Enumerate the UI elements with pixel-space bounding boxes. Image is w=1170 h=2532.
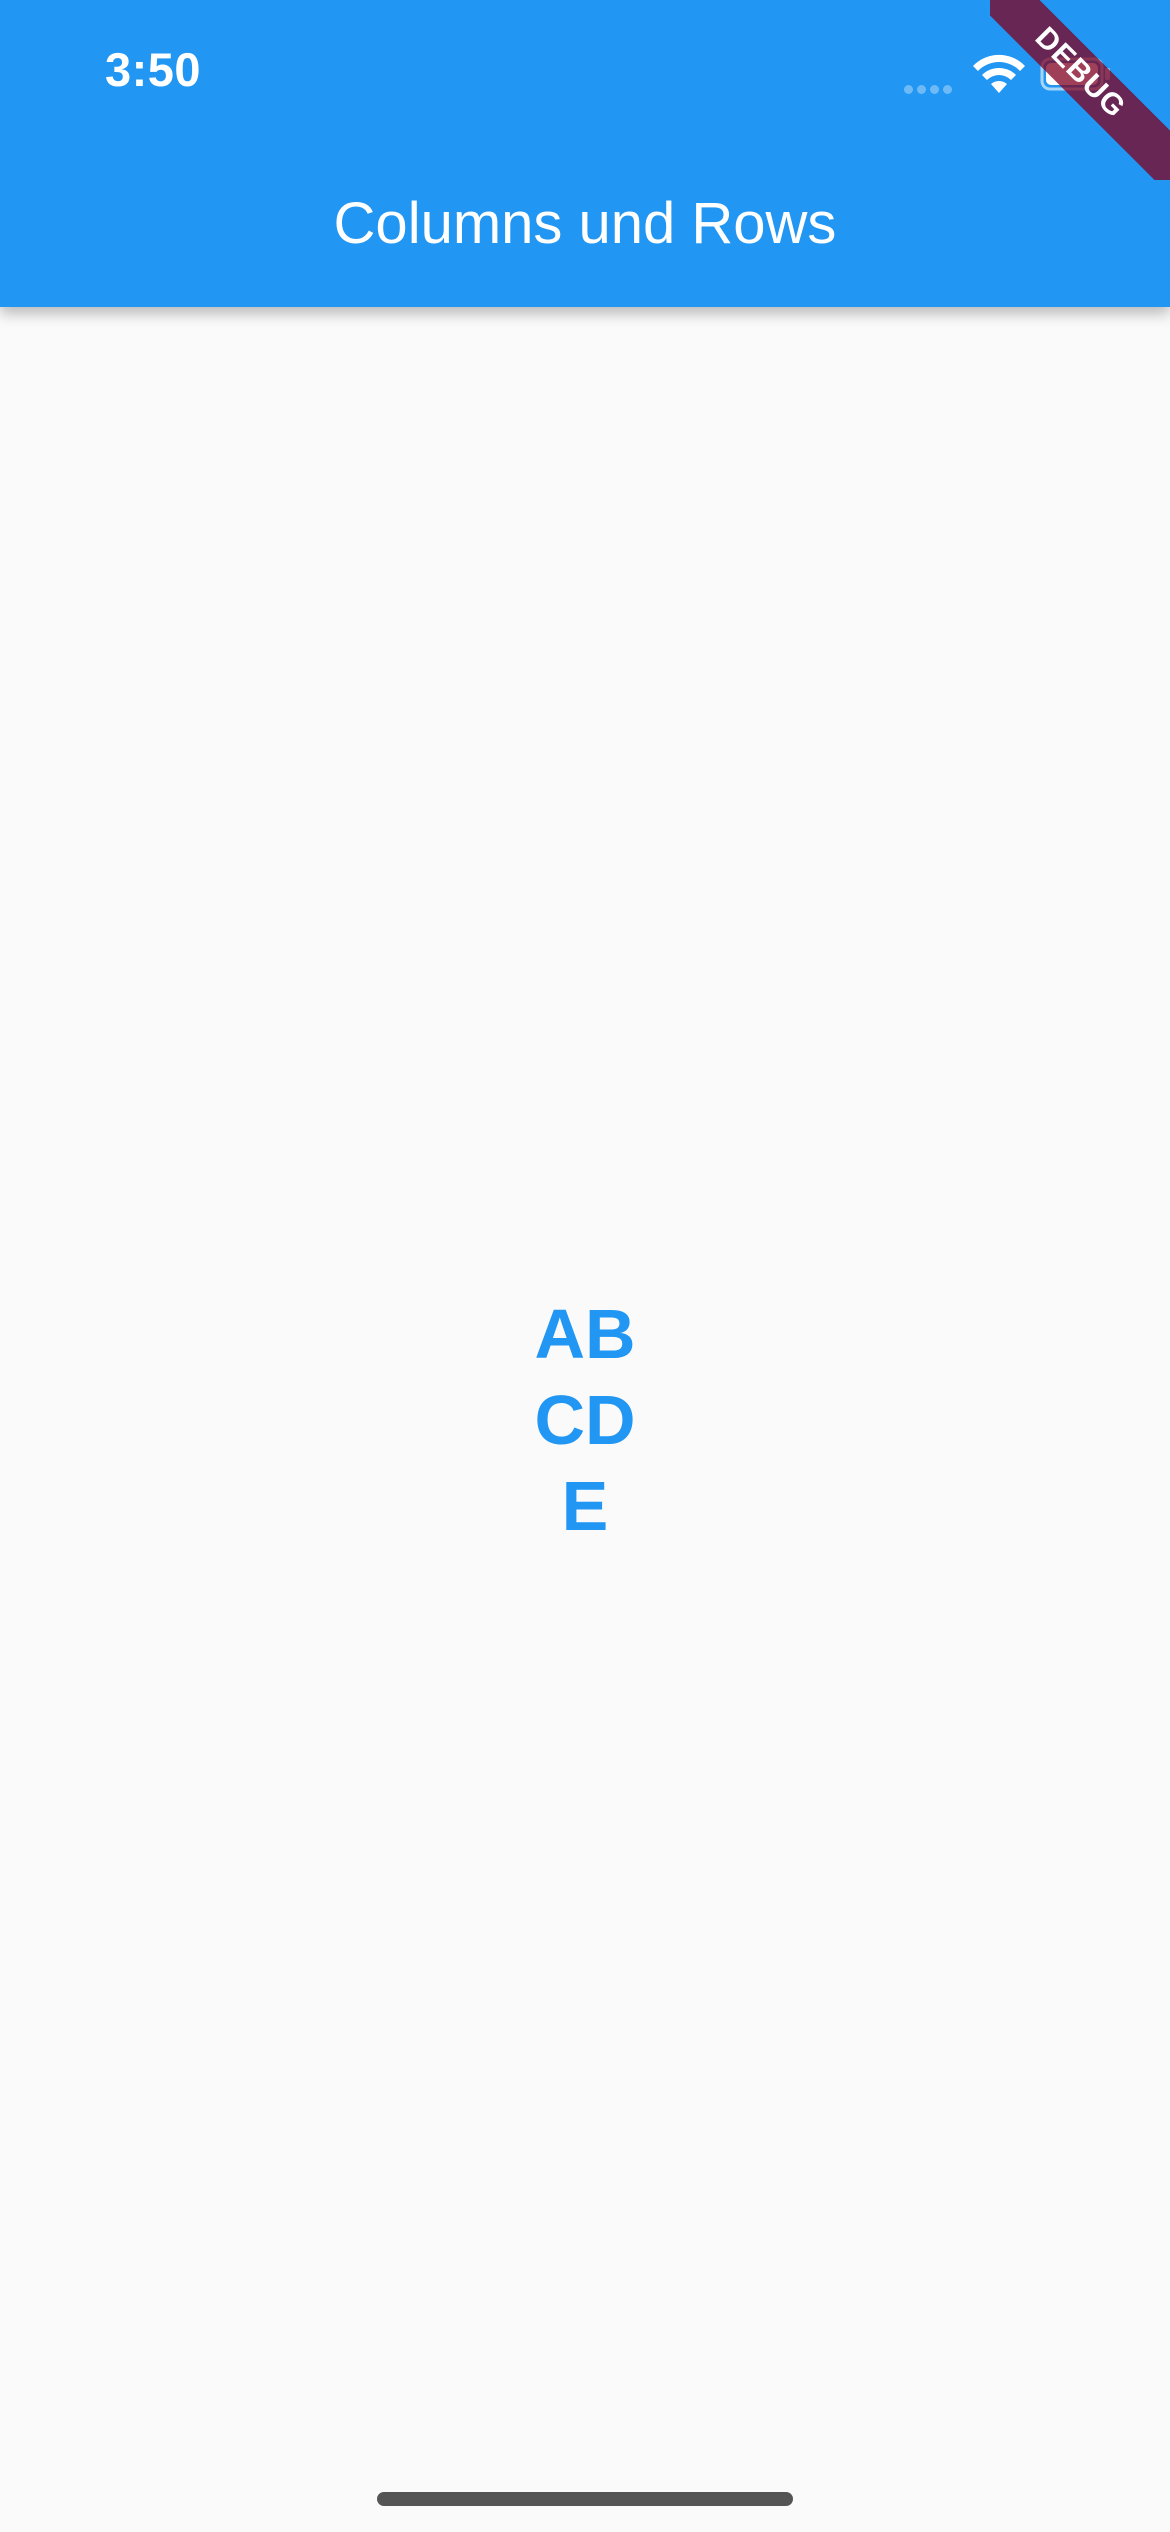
home-indicator[interactable] — [377, 2492, 793, 2506]
letters-column: A B C D E — [534, 1291, 635, 1549]
status-time: 3:50 — [105, 43, 202, 96]
letter-c: C — [534, 1380, 585, 1459]
app-screen: 3:50 Columns und Rows DEBUG A B C D E — [0, 0, 1170, 2532]
letters-row-1: A B — [534, 1291, 635, 1377]
page-title: Columns und Rows — [333, 191, 837, 256]
letters-row-2: C D — [534, 1377, 635, 1463]
wifi-icon — [973, 54, 1025, 93]
letter-d: D — [585, 1380, 636, 1459]
battery-icon — [1040, 57, 1110, 91]
app-bar: 3:50 Columns und Rows — [0, 0, 1170, 307]
signal-icon — [904, 81, 958, 94]
letter-e: E — [561, 1466, 609, 1545]
main-content: A B C D E — [0, 307, 1170, 2532]
letter-a: A — [534, 1294, 585, 1373]
letter-b: B — [585, 1294, 636, 1373]
letters-row-3: E — [562, 1463, 609, 1549]
